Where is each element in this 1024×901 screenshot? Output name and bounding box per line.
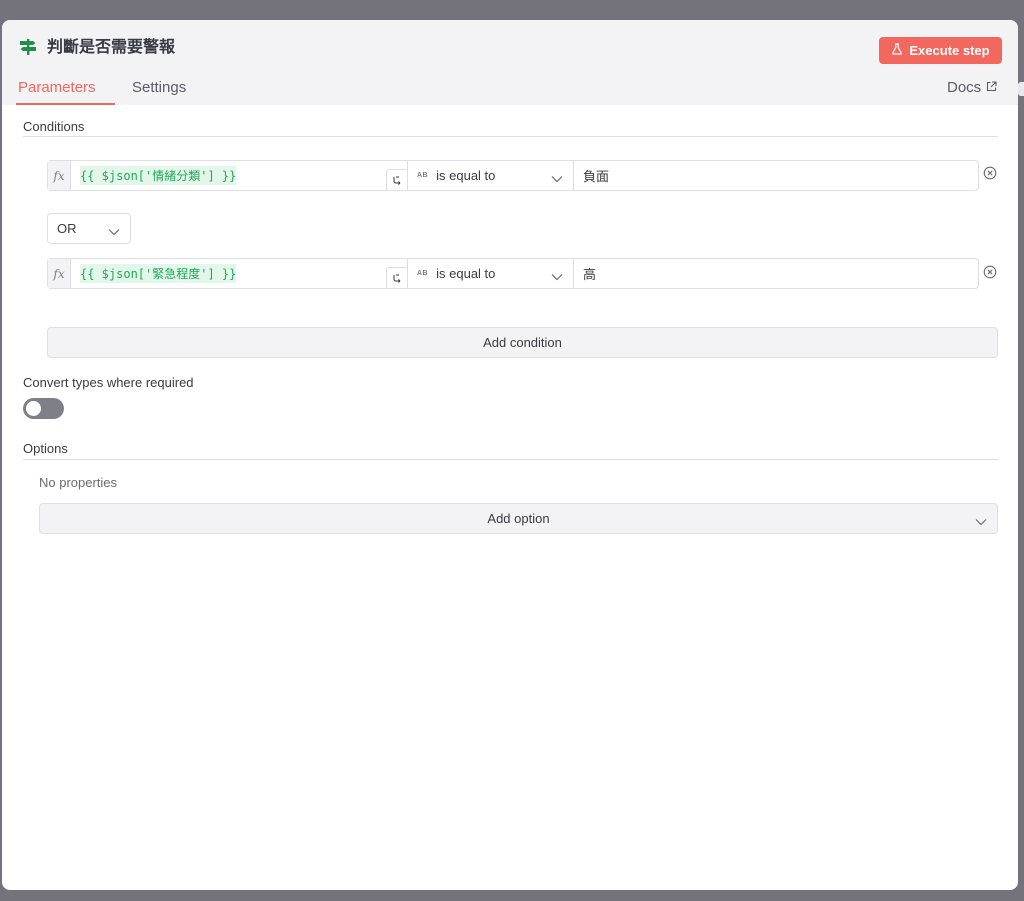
no-properties-text: No properties [39,475,118,490]
tab-settings[interactable]: Settings [132,79,186,105]
node-settings-panel: 判斷是否需要警報 Execute step Parameters Setting… [2,20,1018,890]
active-tab-indicator [16,103,115,105]
fx-icon: fx [48,161,71,190]
string-type-icon: AB [417,172,429,179]
operator-select[interactable]: AB is equal to [408,161,574,190]
tab-parameters[interactable]: Parameters [18,79,96,105]
panel-header: 判斷是否需要警報 Execute step Parameters Setting… [2,20,1018,105]
node-title: 判斷是否需要警報 [47,39,176,56]
condition-left-value-input[interactable]: {{ $json['緊急程度'] }} [71,259,408,288]
condition-row: fx {{ $json['緊急程度'] }} AB is equal to 高 [47,258,979,289]
operator-select[interactable]: AB is equal to [408,259,574,288]
chevron-down-icon [975,514,987,529]
expression-text: {{ $json['情緒分類'] }} [80,166,237,185]
chevron-down-icon [551,269,563,284]
conditions-label: Conditions [23,119,85,134]
chevron-down-icon [108,224,120,239]
options-divider [23,459,998,460]
tab-bar: Parameters Settings [2,75,1018,105]
operator-label: is equal to [436,266,496,281]
combinator-select[interactable]: OR [47,213,131,244]
signpost-icon [18,37,38,57]
condition-row: fx {{ $json['情緒分類'] }} AB is equal to 負面 [47,160,979,191]
string-type-icon: AB [417,270,429,277]
condition-right-value-input[interactable]: 高 [574,259,978,288]
options-label: Options [23,441,68,456]
drag-drop-mapping-icon[interactable] [386,267,407,288]
chevron-down-icon [551,171,563,186]
expression-text: {{ $json['緊急程度'] }} [80,264,237,283]
add-condition-button[interactable]: Add condition [47,327,998,358]
convert-types-toggle[interactable] [23,398,64,419]
operator-label: is equal to [436,168,496,183]
conditions-divider [23,136,998,137]
combinator-label: OR [57,221,77,236]
condition-left-value-input[interactable]: {{ $json['情緒分類'] }} [71,161,408,190]
docs-link[interactable]: Docs [947,79,997,96]
fx-icon: fx [48,259,71,288]
execute-step-label: Execute step [909,43,990,58]
flask-icon [891,43,903,58]
toggle-knob [26,401,41,416]
execute-step-button[interactable]: Execute step [879,37,1002,64]
docs-label: Docs [947,79,982,96]
add-option-label: Add option [487,511,550,526]
drag-drop-mapping-icon[interactable] [386,169,407,190]
external-link-icon [986,79,997,96]
side-panel-handle[interactable] [1018,82,1024,96]
add-option-dropdown[interactable]: Add option [39,503,998,534]
remove-condition-icon[interactable] [983,166,997,180]
convert-types-label: Convert types where required [23,375,194,390]
remove-condition-icon[interactable] [983,265,997,279]
condition-right-value-input[interactable]: 負面 [574,161,978,190]
